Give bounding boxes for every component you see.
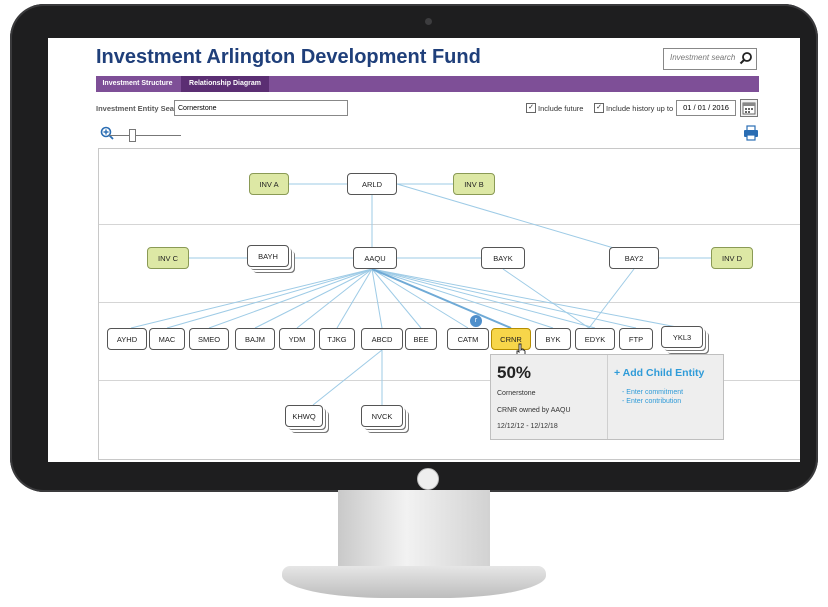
node-abcd[interactable]: ABCD	[361, 328, 403, 350]
node-bee[interactable]: BEE	[405, 328, 437, 350]
node-ftp[interactable]: FTP	[619, 328, 653, 350]
include-future-label: Include future	[538, 104, 584, 113]
power-button	[417, 468, 439, 490]
enter-commitment-link[interactable]: - Enter commitment	[622, 389, 683, 396]
tab-bar: Investment Structure Relationship Diagra…	[96, 76, 759, 92]
node-arld[interactable]: ARLD	[347, 173, 397, 195]
node-edyk[interactable]: EDYK	[575, 328, 615, 350]
popup-divider	[607, 355, 608, 439]
app-screen: Investment Arlington Development Fund In…	[48, 38, 800, 462]
include-future-checkbox[interactable]: ✓	[526, 103, 536, 113]
node-byk[interactable]: BYK	[535, 328, 571, 350]
zoom-slider-handle[interactable]	[129, 129, 136, 142]
search-icon[interactable]	[739, 51, 753, 65]
entity-popup: 50% Cornerstone CRNR owned by AAQU 12/12…	[490, 354, 724, 440]
node-inv-c[interactable]: INV C	[147, 247, 189, 269]
node-inv-d[interactable]: INV D	[711, 247, 753, 269]
calendar-icon[interactable]	[740, 99, 758, 117]
relationship-diagram: INV A ARLD INV B INV C BAYH AAQU BAYK BA…	[98, 148, 800, 460]
add-child-entity-button[interactable]: + Add Child Entity	[614, 367, 704, 379]
ownership-marker-icon[interactable]: r	[470, 315, 482, 327]
node-inv-b[interactable]: INV B	[453, 173, 495, 195]
search-placeholder: Investment search	[670, 53, 736, 62]
node-ayhd[interactable]: AYHD	[107, 328, 147, 350]
entity-search-label: Investment Entity Search	[96, 104, 186, 113]
node-ykl3[interactable]: YKL3	[661, 326, 703, 348]
entity-search-input[interactable]: Cornerstone	[174, 100, 348, 116]
node-catm[interactable]: CATM	[447, 328, 489, 350]
monitor-base	[282, 566, 546, 598]
node-smeo[interactable]: SMEO	[189, 328, 229, 350]
node-inv-a[interactable]: INV A	[249, 173, 289, 195]
node-mac[interactable]: MAC	[149, 328, 185, 350]
monitor-bezel: Investment Arlington Development Fund In…	[10, 4, 818, 492]
ownership-percent: 50%	[497, 363, 532, 382]
zoom-slider-track[interactable]	[109, 135, 181, 136]
popup-date-range: 12/12/12 - 12/12/18	[497, 423, 558, 430]
node-bayk[interactable]: BAYK	[481, 247, 525, 269]
camera-icon	[425, 18, 432, 25]
include-history-label: Include history up to	[606, 104, 674, 113]
monitor-stand	[338, 490, 490, 570]
node-aaqu[interactable]: AAQU	[353, 247, 397, 269]
include-history-checkbox[interactable]: ✓	[594, 103, 604, 113]
history-date-input[interactable]: 01 / 01 / 2016	[676, 100, 736, 116]
node-ydm[interactable]: YDM	[279, 328, 315, 350]
node-bay2[interactable]: BAY2	[609, 247, 659, 269]
print-icon[interactable]	[743, 125, 759, 141]
popup-ownership: CRNR owned by AAQU	[497, 407, 571, 414]
enter-contribution-link[interactable]: - Enter contribution	[622, 398, 681, 405]
page-title: Investment Arlington Development Fund	[96, 46, 481, 68]
tab-investment-structure[interactable]: Investment Structure	[96, 76, 179, 92]
node-bajm[interactable]: BAJM	[235, 328, 275, 350]
node-khwq[interactable]: KHWQ	[285, 405, 323, 427]
investment-search-input[interactable]: Investment search	[663, 48, 757, 70]
node-nvck[interactable]: NVCK	[361, 405, 403, 427]
node-tjkg[interactable]: TJKG	[319, 328, 355, 350]
zoom-in-icon[interactable]	[100, 126, 114, 140]
tab-relationship-diagram[interactable]: Relationship Diagram	[181, 76, 269, 92]
node-bayh[interactable]: BAYH	[247, 245, 289, 267]
popup-entity-name: Cornerstone	[497, 390, 536, 397]
